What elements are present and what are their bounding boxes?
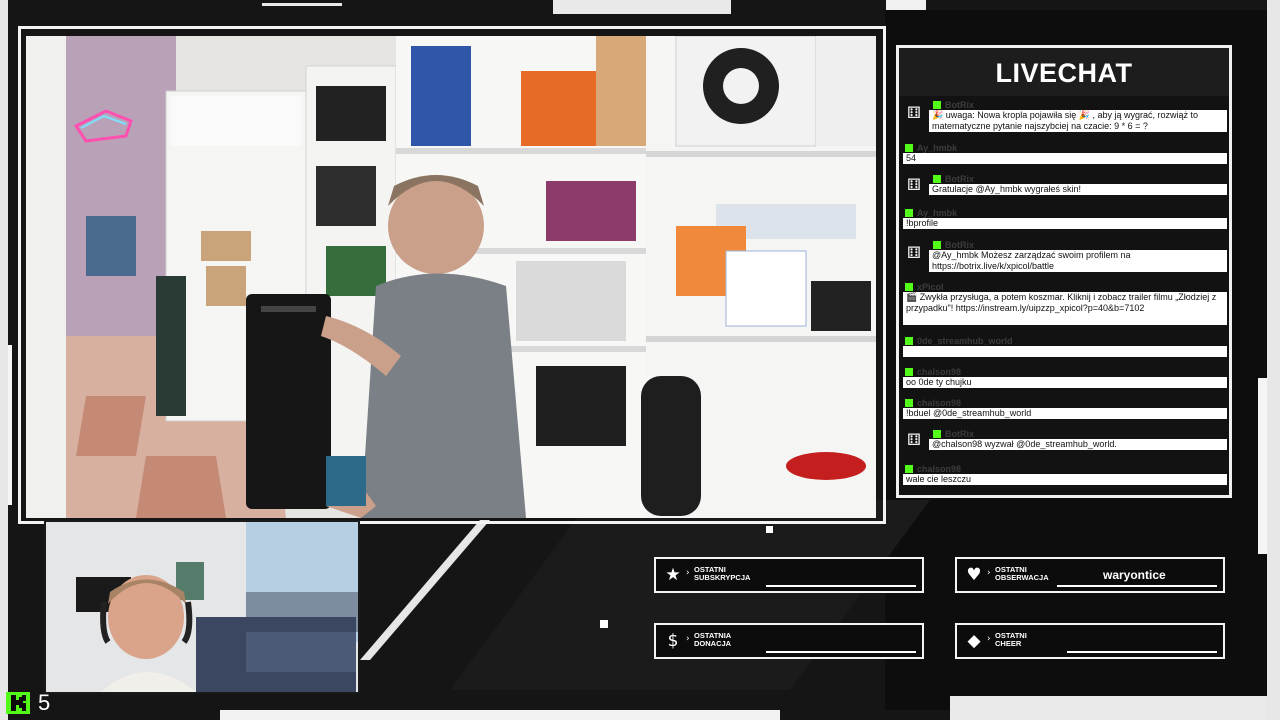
livechat-panel: LIVECHAT ⚅ BotRix 🎉 uwaga: Nowa kropla p… xyxy=(896,45,1232,498)
deco-stripe xyxy=(886,0,926,10)
chat-username[interactable]: 0de_streamhub_world xyxy=(917,336,1013,346)
last-donation-label: OSTATNIA DONACJA xyxy=(694,631,732,648)
deco-line xyxy=(1067,651,1217,653)
dollar-icon: $ xyxy=(667,631,679,651)
chat-text: oo 0de ty chujku xyxy=(903,377,1227,388)
dice-icon: ⚅ xyxy=(907,175,921,194)
kick-badge-icon xyxy=(905,209,913,217)
deco-left-edge xyxy=(0,0,8,720)
chat-username[interactable]: Ay_hmbk xyxy=(917,208,957,218)
last-follow-label: OSTATNI OBSERWACJA xyxy=(995,565,1049,582)
chat-message: Ay_hmbk !bprofile xyxy=(903,208,1227,230)
deco-stripe xyxy=(262,3,342,6)
chevron-right-icon: › xyxy=(987,634,991,644)
chat-username[interactable]: BotRix xyxy=(945,240,974,250)
chat-username[interactable]: chalson98 xyxy=(917,367,961,377)
chat-message: ⚅ BotRix 🎉 uwaga: Nowa kropla pojawiła s… xyxy=(903,100,1227,134)
star-icon: ★ xyxy=(665,565,681,585)
stream-scene-image xyxy=(26,36,876,518)
deco-diagonal-lines xyxy=(360,500,930,690)
last-cheer-widget: ◆ › OSTATNI CHEER xyxy=(955,623,1225,659)
webcam-feed xyxy=(44,520,360,694)
chat-username[interactable]: BotRix xyxy=(945,429,974,439)
last-subscription-widget: ★ › OSTATNI SUBSKRYPCJA xyxy=(654,557,924,593)
kick-badge-icon xyxy=(933,175,941,183)
chevron-right-icon: › xyxy=(987,568,991,578)
chat-text: !bduel @0de_streamhub_world xyxy=(903,408,1227,419)
kick-badge-icon xyxy=(905,337,913,345)
last-cheer-label: OSTATNI CHEER xyxy=(995,631,1027,648)
dice-icon: ⚅ xyxy=(907,430,921,449)
chat-username[interactable]: Ay_hmbk xyxy=(917,143,957,153)
chat-text: Gratulacje @Ay_hmbk wygrałeś skin! xyxy=(929,184,1227,195)
deco-stripe xyxy=(553,0,731,14)
chat-username[interactable]: BotRix xyxy=(945,174,974,184)
kick-badge-icon xyxy=(905,399,913,407)
chat-message: chalson98 oo 0de ty chujku xyxy=(903,367,1227,389)
chat-message: 0de_streamhub_world xyxy=(903,336,1227,358)
heart-icon: ♥ xyxy=(966,565,982,585)
deco-line xyxy=(1057,585,1217,587)
chat-text: !bprofile xyxy=(903,218,1227,229)
last-follow-widget: ♥ › OSTATNI OBSERWACJA waryontice xyxy=(955,557,1225,593)
chat-text xyxy=(903,346,1227,357)
deco-stripe xyxy=(220,710,780,720)
kick-badge-icon xyxy=(905,283,913,291)
viewer-count: 5 xyxy=(38,690,51,715)
dice-icon: ⚅ xyxy=(907,103,921,122)
chat-message: ⚅ BotRix @chalson98 wyzwał @0de_streamhu… xyxy=(903,429,1227,455)
chat-text: 🎉 uwaga: Nowa kropla pojawiła się 🎉 , ab… xyxy=(929,110,1227,132)
diamond-icon: ◆ xyxy=(967,631,981,651)
main-stream-video xyxy=(26,36,876,518)
kick-badge-icon xyxy=(905,465,913,473)
kick-badge-icon xyxy=(933,101,941,109)
chat-text: wale cie leszczu xyxy=(903,474,1227,485)
deco-line xyxy=(766,651,916,653)
chat-message: chalson98 wale cie leszczu xyxy=(903,464,1227,486)
chevron-right-icon: › xyxy=(686,568,690,578)
deco-line xyxy=(766,585,916,587)
chat-message: ⚅ BotRix Gratulacje @Ay_hmbk wygrałeś sk… xyxy=(903,174,1227,200)
kick-logo-icon xyxy=(6,692,30,714)
chat-username[interactable]: BotRix xyxy=(945,100,974,110)
deco-right-edge xyxy=(1267,0,1280,720)
chat-text: @chalson98 wyzwał @0de_streamhub_world. xyxy=(929,439,1227,450)
chat-username[interactable]: chalson98 xyxy=(917,398,961,408)
chat-text: 54 xyxy=(903,153,1227,164)
last-follow-value: waryontice xyxy=(1103,568,1166,582)
deco-stripe xyxy=(950,696,1267,720)
chat-text: @Ay_hmbk Możesz zarządzać swoim profilem… xyxy=(929,250,1227,272)
chat-message: Ay_hmbk 54 xyxy=(903,143,1227,165)
last-subscription-label: OSTATNI SUBSKRYPCJA xyxy=(694,565,751,582)
webcam-image xyxy=(46,522,358,692)
kick-badge-icon xyxy=(905,144,913,152)
kick-badge-icon xyxy=(933,430,941,438)
dice-icon: ⚅ xyxy=(907,243,921,262)
livechat-title: LIVECHAT xyxy=(899,48,1229,96)
chat-message: ⚅ BotRix @Ay_hmbk Możesz zarządzać swoim… xyxy=(903,240,1227,274)
last-donation-widget: $ › OSTATNIA DONACJA xyxy=(654,623,924,659)
chat-message: chalson98 !bduel @0de_streamhub_world xyxy=(903,398,1227,420)
chat-username[interactable]: xPicol xyxy=(917,282,944,292)
kick-badge-icon xyxy=(933,241,941,249)
chat-username: chalson98 xyxy=(917,464,962,474)
kick-badge-icon xyxy=(905,368,913,376)
deco-stripe xyxy=(8,345,12,505)
chevron-right-icon: › xyxy=(686,634,690,644)
chat-message: xPicol 🎬 Zwykła przysługa, a potem koszm… xyxy=(903,282,1227,326)
chat-text: 🎬 Zwykła przysługa, a potem koszmar. Kli… xyxy=(903,292,1227,325)
deco-stripe xyxy=(1258,378,1267,554)
